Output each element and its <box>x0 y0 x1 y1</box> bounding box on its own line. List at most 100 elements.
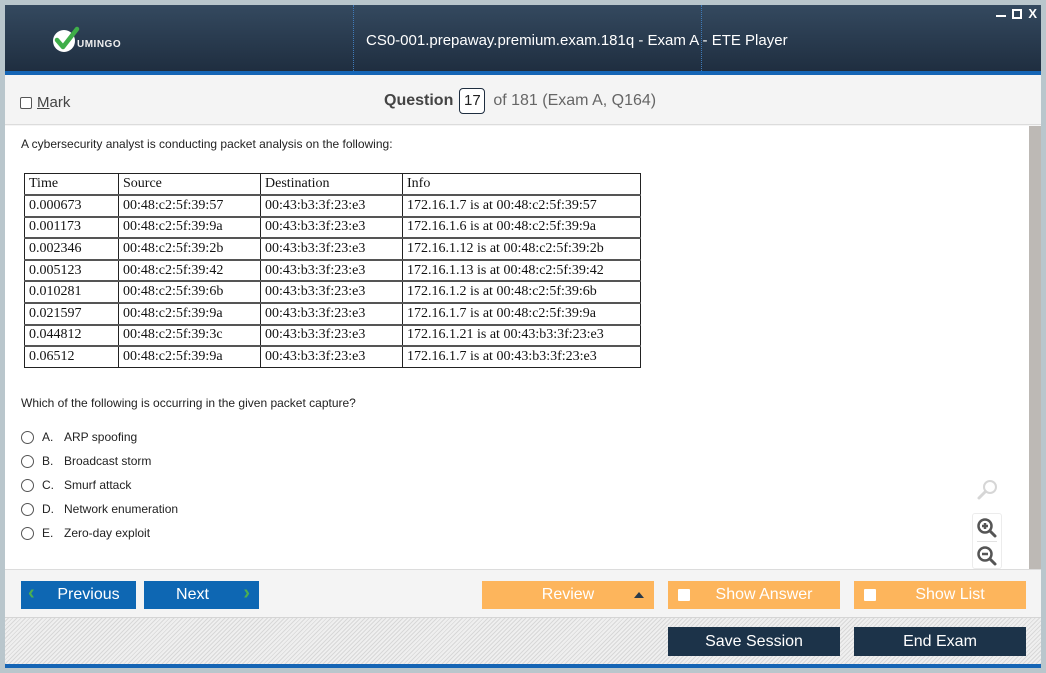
table-row: 0.000673 00:48:c2:5f:39:57 00:43:b3:3f:23:… <box>24 194 641 218</box>
source-cell: 00:48:c2:5f:39:6b <box>118 280 261 304</box>
previous-button[interactable]: ‹ Previous <box>21 581 136 609</box>
source-cell: 00:48:c2:5f:39:9a <box>118 345 261 369</box>
option-text: Smurf attack <box>64 478 132 492</box>
time-cell: 0.010281 <box>24 280 119 304</box>
radio-button[interactable] <box>21 502 34 516</box>
zoom-in-icon <box>977 517 997 537</box>
question-navigator: Question 17 of 181 (Exam A, Q164) <box>384 88 656 114</box>
zoom-out-icon <box>977 545 997 565</box>
zoom-out-button[interactable] <box>973 542 1001 569</box>
option-letter: E. <box>42 526 54 540</box>
bottom-accent-line <box>5 664 1041 668</box>
end-exam-button[interactable]: End Exam <box>854 627 1026 656</box>
destination-cell: 00:43:b3:3f:23:e3 <box>260 323 403 347</box>
time-cell: 0.000673 <box>24 194 119 218</box>
maximize-button[interactable] <box>1012 9 1023 19</box>
chevron-right-icon: › <box>243 582 250 604</box>
info-cell: 172.16.1.21 is at 00:43:b3:3f:23:e3 <box>402 323 641 347</box>
brand-name: UMINGO <box>77 38 122 50</box>
option-letter: D. <box>42 502 54 516</box>
answer-option[interactable]: A. ARP spoofing <box>21 425 178 449</box>
time-cell: 0.044812 <box>24 323 119 347</box>
bottom-bar: Save Session End Exam <box>5 617 1041 664</box>
table-header-row: Time Source Destination Info <box>24 173 641 196</box>
mark-checkbox[interactable]: Mark <box>20 94 70 111</box>
checkmark-logo-icon <box>53 26 80 52</box>
info-cell: 172.16.1.7 is at 00:48:c2:5f:39:9a <box>402 302 641 326</box>
zoom-controls <box>972 513 1002 569</box>
title-bar: UMINGO CS0-001.prepaway.premium.exam.181… <box>5 5 1041 75</box>
vertical-scrollbar[interactable] <box>1029 126 1041 569</box>
column-header: Info <box>402 173 641 196</box>
info-cell: 172.16.1.7 is at 00:48:c2:5f:39:57 <box>402 194 641 218</box>
source-cell: 00:48:c2:5f:39:9a <box>118 302 261 326</box>
time-cell: 0.06512 <box>24 345 119 369</box>
question-label: Question <box>384 92 454 109</box>
info-cell: 172.16.1.13 is at 00:48:c2:5f:39:42 <box>402 258 641 282</box>
source-cell: 00:48:c2:5f:39:3c <box>118 323 261 347</box>
answer-option[interactable]: C. Smurf attack <box>21 473 178 497</box>
table-row: 0.005123 00:48:c2:5f:39:42 00:43:b3:3f:23:… <box>24 258 641 282</box>
radio-button[interactable] <box>21 430 34 444</box>
option-text: ARP spoofing <box>64 430 138 444</box>
packet-table: Time Source Destination Info 0.000673 00:… <box>24 173 641 369</box>
answer-option[interactable]: D. Network enumeration <box>21 497 178 521</box>
minimize-button[interactable] <box>996 7 1007 17</box>
window-controls: X <box>996 7 1037 21</box>
question-content: A cybersecurity analyst is conducting pa… <box>5 126 1029 569</box>
window-title: CS0-001.prepaway.premium.exam.181q - Exa… <box>366 32 788 49</box>
info-cell: 172.16.1.2 is at 00:48:c2:5f:39:6b <box>402 280 641 304</box>
answer-option[interactable]: B. Broadcast storm <box>21 449 178 473</box>
show-list-button[interactable]: Show List <box>854 581 1026 609</box>
review-label: Review <box>541 586 595 603</box>
zoom-in-button[interactable] <box>973 514 1001 541</box>
app-window: UMINGO CS0-001.prepaway.premium.exam.181… <box>5 5 1041 668</box>
info-cell: 172.16.1.12 is at 00:48:c2:5f:39:2b <box>402 237 641 261</box>
question-stem: A cybersecurity analyst is conducting pa… <box>21 137 393 151</box>
table-row: 0.001173 00:48:c2:5f:39:9a 00:43:b3:3f:23:… <box>24 215 641 239</box>
previous-label: Previous <box>57 586 120 603</box>
show-list-label: Show List <box>915 586 985 603</box>
option-text: Zero-day exploit <box>64 526 151 540</box>
save-session-button[interactable]: Save Session <box>668 627 840 656</box>
next-button[interactable]: Next › <box>144 581 259 609</box>
table-row: 0.002346 00:48:c2:5f:39:2b 00:43:b3:3f:23:… <box>24 237 641 261</box>
answer-option[interactable]: E. Zero-day exploit <box>21 521 178 545</box>
destination-cell: 00:43:b3:3f:23:e3 <box>260 215 403 239</box>
table-row: 0.021597 00:48:c2:5f:39:9a 00:43:b3:3f:23:… <box>24 302 641 326</box>
next-label: Next <box>176 586 209 603</box>
time-cell: 0.001173 <box>24 215 119 239</box>
radio-button[interactable] <box>21 526 34 540</box>
logo: UMINGO <box>51 25 121 55</box>
search-icon[interactable] <box>976 478 1000 502</box>
question-number-input[interactable]: 17 <box>459 88 486 114</box>
table-row: 0.044812 00:48:c2:5f:39:3c 00:43:b3:3f:23:… <box>24 323 641 347</box>
destination-cell: 00:43:b3:3f:23:e3 <box>260 302 403 326</box>
save-session-label: Save Session <box>705 632 803 650</box>
radio-button[interactable] <box>21 478 34 492</box>
question-prompt: Which of the following is occurring in t… <box>21 396 356 410</box>
option-letter: B. <box>42 454 54 468</box>
info-cell: 172.16.1.6 is at 00:48:c2:5f:39:9a <box>402 215 641 239</box>
destination-cell: 00:43:b3:3f:23:e3 <box>260 194 403 218</box>
review-button[interactable]: Review <box>482 581 654 609</box>
table-row: 0.010281 00:48:c2:5f:39:6b 00:43:b3:3f:23:… <box>24 280 641 304</box>
end-exam-label: End Exam <box>903 632 977 650</box>
title-divider <box>353 5 354 71</box>
close-button[interactable]: X <box>1028 7 1037 21</box>
radio-button[interactable] <box>21 454 34 468</box>
source-cell: 00:48:c2:5f:39:9a <box>118 215 261 239</box>
destination-cell: 00:43:b3:3f:23:e3 <box>260 345 403 369</box>
option-text: Broadcast storm <box>64 454 152 468</box>
show-answer-button[interactable]: Show Answer <box>668 581 840 609</box>
caret-up-icon <box>634 592 644 598</box>
info-cell: 172.16.1.7 is at 00:43:b3:3f:23:e3 <box>402 345 641 369</box>
checkbox-icon[interactable] <box>20 96 32 109</box>
time-cell: 0.021597 <box>24 302 119 326</box>
destination-cell: 00:43:b3:3f:23:e3 <box>260 280 403 304</box>
option-text: Network enumeration <box>64 502 179 516</box>
time-cell: 0.002346 <box>24 237 119 261</box>
option-letter: C. <box>42 478 54 492</box>
mark-label: Mark <box>37 94 71 111</box>
question-total: of 181 (Exam A, Q164) <box>493 92 657 109</box>
